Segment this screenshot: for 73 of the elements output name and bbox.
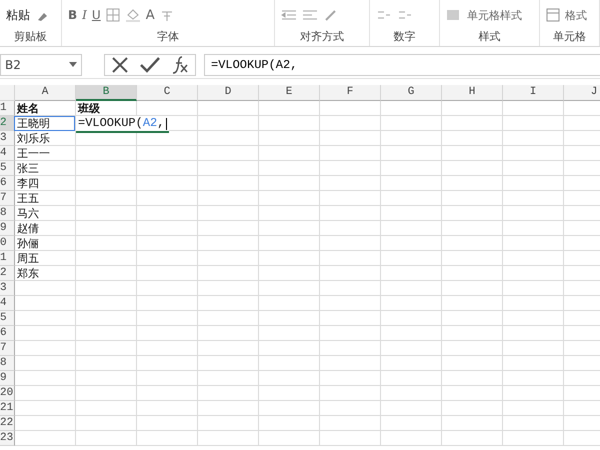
select-all-corner[interactable] (0, 85, 15, 101)
row-header[interactable]: 1 (0, 101, 15, 116)
indent-icon[interactable] (281, 9, 297, 21)
enter-check-icon[interactable] (138, 54, 161, 74)
row-header[interactable]: 4 (0, 146, 15, 161)
row-header[interactable]: 1 (0, 251, 15, 266)
border-icon[interactable] (106, 8, 120, 22)
row-header[interactable]: 20 (0, 386, 15, 401)
column-header[interactable]: H (442, 85, 503, 101)
column-header[interactable]: C (137, 85, 198, 101)
table-cell-text: 周五 (16, 252, 39, 265)
column-header[interactable]: I (503, 85, 564, 101)
row-header[interactable]: 8 (0, 206, 15, 221)
table-cell-text: 王五 (16, 192, 39, 205)
cancel-icon[interactable] (110, 54, 130, 74)
column-header[interactable]: D (198, 85, 259, 101)
fill-bucket-icon[interactable] (124, 8, 141, 22)
row-header[interactable]: 7 (0, 341, 15, 356)
row-header[interactable]: 0 (0, 236, 15, 251)
dropdown-icon (69, 62, 77, 67)
row-header[interactable]: 5 (0, 311, 15, 326)
column-header[interactable]: E (259, 85, 320, 101)
column-header[interactable]: A (15, 85, 76, 101)
underline-button[interactable]: U (92, 8, 101, 22)
font-color-button[interactable]: A (146, 8, 155, 22)
cell-styles-button[interactable]: 单元格样式 (467, 8, 522, 22)
row-header[interactable]: 5 (0, 161, 15, 176)
table-cell-text: 郑东 (16, 267, 39, 280)
table-cell-text: 赵倩 (16, 222, 39, 235)
cell-style-icon[interactable] (446, 8, 462, 22)
indent-icon[interactable] (302, 9, 318, 21)
group-label: 剪贴板 (13, 30, 48, 45)
insert-function-icon[interactable] (170, 54, 190, 74)
editing-cell[interactable]: =VLOOKUP(A2, (76, 116, 170, 133)
row-header[interactable]: 8 (0, 356, 15, 371)
format-button[interactable]: 格式 (565, 8, 587, 22)
table-cell-text: 姓名 (16, 102, 39, 115)
row-header[interactable]: 21 (0, 401, 15, 416)
name-box[interactable]: B2 (0, 54, 82, 76)
referenced-cell: 王晓明 (14, 116, 75, 131)
column-header[interactable]: G (381, 85, 442, 101)
row-header[interactable]: 2 (0, 266, 15, 281)
column-header[interactable]: J (564, 85, 600, 101)
table-cell-text: 张三 (16, 162, 39, 175)
table-cell-text: 刘乐乐 (16, 132, 50, 145)
group-label: 对齐方式 (299, 30, 345, 45)
row-header[interactable]: 23 (0, 431, 15, 446)
table-cell-text: 王一一 (16, 147, 50, 160)
formula-field[interactable]: =VLOOKUP(A2, (204, 54, 600, 76)
row-header[interactable]: 6 (0, 176, 15, 191)
row-header[interactable]: 4 (0, 296, 15, 311)
group-label: 样式 (478, 30, 502, 45)
row-header[interactable]: 3 (0, 131, 15, 146)
table-cell-text: 班级 (76, 102, 100, 115)
row-header[interactable]: 9 (0, 371, 15, 386)
table-cell-text: 马六 (16, 207, 39, 220)
paste-button[interactable]: 粘贴 (6, 6, 30, 24)
row-header[interactable]: 7 (0, 191, 15, 206)
row-header[interactable]: 3 (0, 281, 15, 296)
row-header[interactable]: 2 (0, 116, 15, 131)
group-label: 单元格 (552, 30, 587, 45)
row-header[interactable]: 9 (0, 221, 15, 236)
bold-button[interactable]: B (68, 8, 78, 22)
group-label: 字体 (156, 30, 180, 45)
column-header[interactable]: F (320, 85, 381, 101)
italic-button[interactable]: I (82, 8, 87, 22)
column-header[interactable]: B (76, 85, 137, 101)
table-cell-text: 孙俪 (16, 237, 39, 250)
row-header[interactable]: 6 (0, 326, 15, 341)
format-icon[interactable] (546, 8, 560, 22)
table-cell-text: 李四 (16, 177, 39, 190)
group-label: 数字 (392, 30, 416, 45)
row-header[interactable]: 22 (0, 416, 15, 431)
